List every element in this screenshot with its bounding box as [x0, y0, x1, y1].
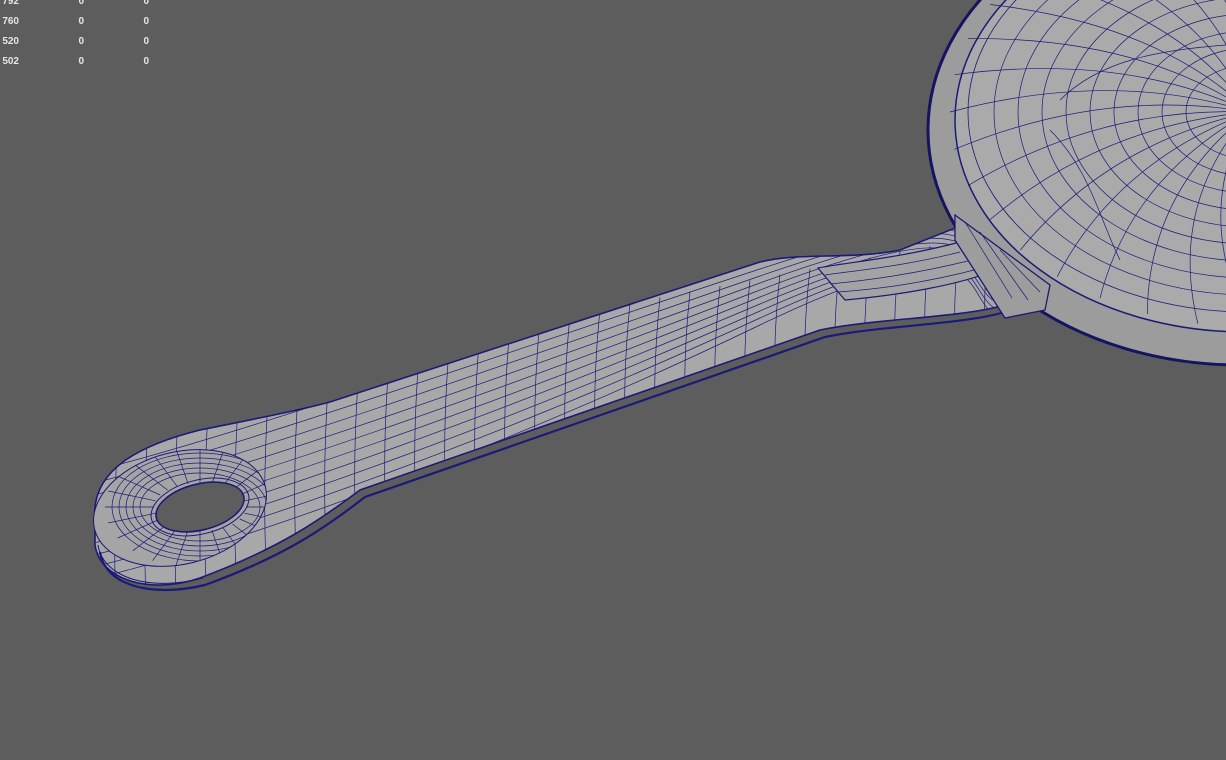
poly-count-hud: 792 0 0 760 0 0 520 0 0 502 0 0: [0, 0, 160, 72]
hud-value: 0: [78, 16, 84, 27]
hud-label: 760: [2, 16, 19, 27]
hud-row: 520 0 0: [0, 32, 160, 52]
hud-label: 502: [2, 56, 19, 67]
hud-row: 502 0 0: [0, 52, 160, 72]
hud-value: 0: [78, 56, 84, 67]
pan-handle[interactable]: [90, 213, 1051, 610]
wireframe-mesh[interactable]: [0, 0, 1226, 760]
hud-value: 0: [78, 0, 84, 7]
hud-value: 0: [143, 36, 149, 47]
hud-row: 760 0 0: [0, 12, 160, 32]
hud-label: 520: [2, 36, 19, 47]
hud-row: 792 0 0: [0, 0, 160, 12]
hud-value: 0: [78, 36, 84, 47]
hud-label: 792: [2, 0, 19, 7]
3d-viewport[interactable]: 792 0 0 760 0 0 520 0 0 502 0 0: [0, 0, 1226, 760]
hud-value: 0: [143, 0, 149, 7]
hud-value: 0: [143, 16, 149, 27]
hud-value: 0: [143, 56, 149, 67]
